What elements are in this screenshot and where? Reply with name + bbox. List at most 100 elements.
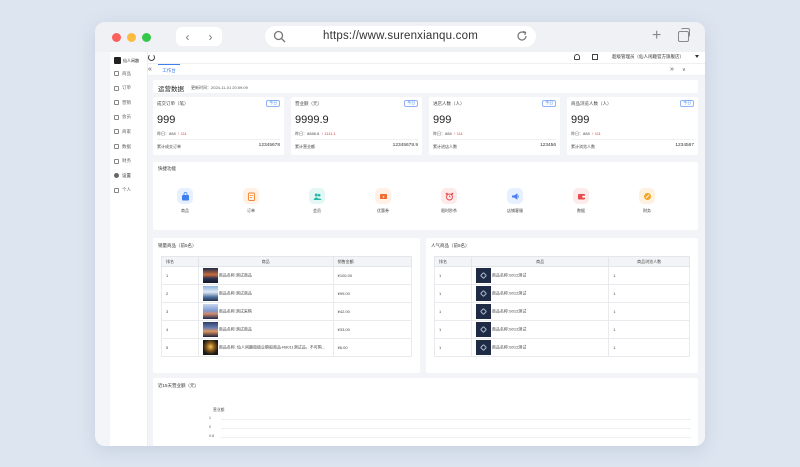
views-cell: 1 [608,338,690,357]
sidebar-item-label: 个人 [122,187,131,193]
tab-scroll-right-icon[interactable]: » [670,66,674,73]
today-badge[interactable]: 今日 [680,100,694,107]
rank-cell: 1 [434,338,472,357]
views-cell: 1 [608,302,690,321]
tab-workbench[interactable]: 工作台 [158,64,180,76]
quick-item[interactable]: 会员 [302,188,332,214]
views-cell: 1 [608,266,690,285]
admin-app: 仙人闲趣 商品 订单 营销 会员 商家 数据 财务 设置 个人 超级管理员（仙人闲趣官方旗舰店）… [110,52,705,446]
quick-item[interactable]: 订单 [236,188,266,214]
product-cell: 商品名称:S012测试 [470,266,610,285]
tab-scroll-left-icon[interactable]: « [148,66,152,73]
quick-item[interactable]: 限时秒杀 [434,188,464,214]
shopping-bag-icon [177,188,193,204]
product-name: 商品名称:S012测试 [491,326,527,332]
order-icon [114,85,119,91]
top-bar: 超级管理员（仙人闲趣官方旗舰店） [148,52,705,63]
back-button[interactable]: ‹ [186,30,190,44]
product-name: 商品名称:S012测试 [491,308,527,314]
address-bar[interactable]: https://www.surenxianqu.com [265,26,536,47]
table-row[interactable]: 3 商品名称:测试采购 ¥42.00 [161,302,413,321]
quick-item-label: 店铺客服 [507,208,523,213]
table-row[interactable]: 1 商品名称:S012测试 1 [434,320,690,339]
product-thumbnail [202,286,218,301]
today-badge[interactable]: 今日 [404,100,418,107]
yesterday-row: 昨日：888 ↑ 111 [157,131,187,137]
delta-value: ↑ 111 [591,131,601,136]
new-tab-button[interactable]: + [652,28,661,44]
maximize-window-button[interactable] [142,33,151,42]
table-row[interactable]: 1 商品名称:S012测试 1 [434,266,690,285]
sidebar-item-7[interactable]: 设置 [114,171,131,180]
stat-card: 商品浏览人数（人） 今日 999 昨日：888 ↑ 111 累计浏览人数 1234567 [567,97,698,155]
stat-value: 999 [571,114,590,126]
close-window-button[interactable] [112,33,121,42]
update-time: 更新时间：2024-11-01 20:09:09 [191,85,248,90]
quick-item[interactable]: 店铺客服 [500,188,530,214]
table-row[interactable]: 1 商品名称:S012测试 1 [434,284,690,303]
product-cell: 商品名称:测试采购 [197,302,334,321]
table-row[interactable]: 1 商品名称:测试商品 ¥100.00 [161,266,413,285]
sidebar-item-4[interactable]: 商家 [114,127,131,136]
sidebar-item-0[interactable]: 商品 [114,69,131,78]
stat-value: 999 [157,114,176,126]
table-row[interactable]: 5 商品名称: 仙人闲趣南极企鹅船商品-R8011测试品，不可购... ¥6.00 [161,338,413,357]
chevron-down-icon[interactable] [695,55,699,58]
sidebar-item-label: 财务 [122,158,131,164]
table-row[interactable]: 1 商品名称:S012测试 1 [434,302,690,321]
today-badge[interactable]: 今日 [542,100,556,107]
stat-label: 营业额（元） [295,101,322,106]
quick-item[interactable]: 商品 [170,188,200,214]
quick-item[interactable]: 财务 [632,188,662,214]
sidebar-item-6[interactable]: 财务 [114,157,131,166]
sales-ranking-table: 排名 商品 销售金额 1 商品名称:测试商品 ¥100.00 2 商品名称:测试商品 ¥9… [161,256,413,357]
yesterday-value: 888 [169,131,176,136]
reload-icon[interactable] [516,30,528,42]
logo-mark-icon [114,57,121,64]
stat-label: 商品浏览人数（人） [571,101,612,106]
total-label: 累计成交订单 [157,144,181,149]
sales-ranking-card: 销量商品（前5名） 排名 商品 销售金额 1 商品名称:测试商品 ¥100.00 2 商… [153,238,420,373]
megaphone-icon [507,188,523,204]
today-badge[interactable]: 今日 [266,100,280,107]
product-thumbnail [475,286,491,301]
col-rank: 排名 [161,256,199,267]
sidebar-item-label: 数据 [122,143,131,149]
product-name: 商品名称:S012测试 [491,272,527,278]
divider [433,139,556,140]
forward-button[interactable]: › [209,30,213,44]
bell-icon[interactable] [574,54,580,60]
coupon-icon: ¥ [375,188,391,204]
product-name: 商品名称:测试商品 [218,326,252,332]
search-icon [273,30,286,43]
marketing-icon [114,100,119,106]
sidebar-item-2[interactable]: 营销 [114,98,131,107]
table-row[interactable]: 4 商品名称:测试商品 ¥33.00 [161,320,413,339]
tab-bar: « 工作台 » ∨ [148,63,705,76]
ops-header: 运营数据 更新时间：2024-11-01 20:09:09 [153,80,698,93]
user-name[interactable]: 超级管理员（仙人闲趣官方旗舰店） [612,54,684,60]
tab-menu-icon[interactable]: ∨ [682,67,686,73]
quick-item[interactable]: ¥ 优惠券 [368,188,398,214]
sidebar-item-5[interactable]: 数据 [114,142,131,151]
yesterday-value: 888 [583,131,590,136]
minimize-window-button[interactable] [127,33,136,42]
yesterday-label: 昨日： [157,131,169,136]
table-row[interactable]: 2 商品名称:测试商品 ¥99.00 [161,284,413,303]
history-nav: ‹ › [176,27,222,46]
divider [157,139,280,140]
quick-item[interactable]: 数据 [566,188,596,214]
tabs-overview-icon[interactable] [678,28,690,42]
refresh-icon[interactable] [148,54,155,61]
product-name: 商品名称: 仙人闲趣南极企鹅船商品-R8011测试品，不可购... [218,344,326,350]
quick-item-label: 限时秒杀 [441,208,457,213]
merchant-icon [114,129,119,135]
rank-cell: 1 [161,266,199,285]
fullscreen-icon[interactable] [592,54,598,60]
table-row[interactable]: 1 商品名称:S012测试 1 [434,338,690,357]
sidebar-item-3[interactable]: 会员 [114,113,131,122]
product-thumbnail [475,268,491,283]
divider [295,139,418,140]
sidebar-item-8[interactable]: 个人 [114,186,131,195]
sidebar-item-1[interactable]: 订单 [114,84,131,93]
